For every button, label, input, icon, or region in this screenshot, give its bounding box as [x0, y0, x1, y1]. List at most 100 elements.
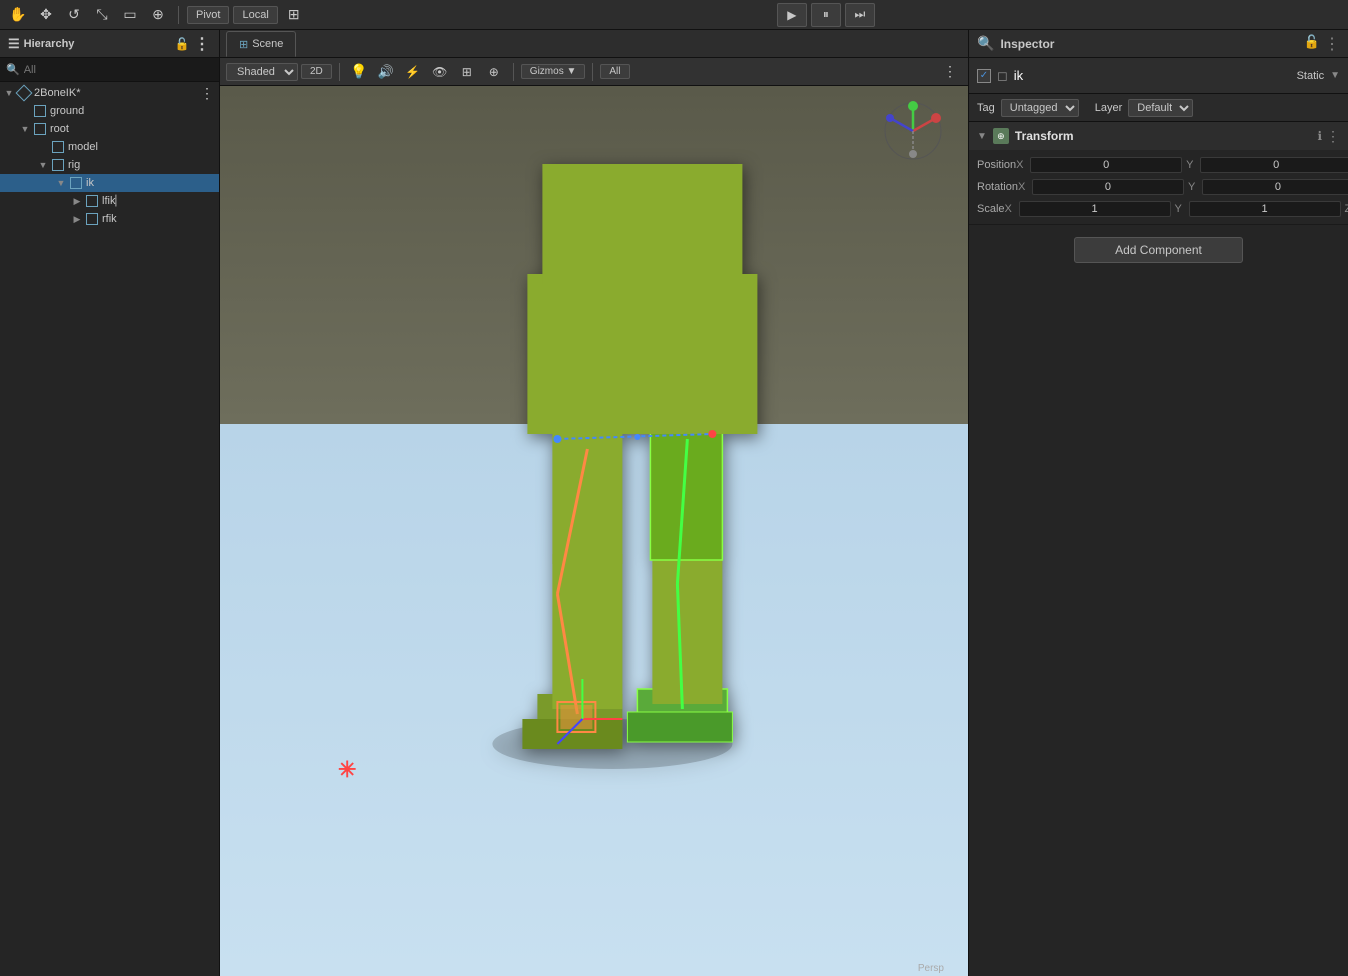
play-btn[interactable]: ▶	[777, 3, 807, 27]
hierarchy-lock-icon[interactable]: 🔓	[173, 35, 191, 53]
tree-item-2bonelk[interactable]: ▼ 2BoneIK* ⋮	[0, 84, 219, 102]
icon-lfik	[84, 193, 100, 209]
transform-header-icons: ℹ ⋮	[1317, 128, 1340, 145]
gizmo-svg	[878, 96, 948, 166]
add-component-button[interactable]: Add Component	[1074, 237, 1243, 263]
position-row: Position X Y Z	[969, 154, 1348, 176]
rect-tool-btn[interactable]: ▭	[118, 3, 142, 27]
transform-tool-btn[interactable]: ⊕	[146, 3, 170, 27]
scene-overflow-btn[interactable]: ⋮	[938, 60, 962, 84]
position-y-field: Y	[1186, 157, 1348, 173]
label-ground: ground	[50, 105, 84, 117]
transform-title: Transform	[1015, 129, 1312, 143]
fx-icon-btn[interactable]: ⚡	[401, 60, 425, 84]
sep1	[178, 6, 179, 24]
transform-overflow-icon[interactable]: ⋮	[1326, 128, 1340, 145]
layer-label: Layer	[1095, 102, 1123, 114]
sep2	[339, 63, 340, 81]
head	[542, 164, 742, 284]
position-fields: X Y Z	[1016, 157, 1348, 173]
right-lower-leg	[652, 544, 722, 704]
2d-btn[interactable]: 2D	[301, 64, 332, 79]
rotation-row: Rotation X Y Z	[969, 176, 1348, 198]
right-foot-base	[627, 712, 732, 742]
hierarchy-search-bar: 🔍	[0, 58, 219, 82]
tree-item-model[interactable]: model	[0, 138, 219, 156]
pause-btn[interactable]: ⏸	[811, 3, 841, 27]
inspector-overflow-icon[interactable]: ⋮	[1324, 34, 1340, 54]
tree-item-ground[interactable]: ground	[0, 102, 219, 120]
shading-dropdown[interactable]: Shaded	[226, 63, 298, 81]
scale-y-input[interactable]	[1189, 201, 1341, 217]
rotation-fields: X Y Z	[1018, 179, 1348, 195]
rot-y-letter: Y	[1188, 181, 1200, 193]
rotation-x-field: X	[1018, 179, 1184, 195]
light-icon-btn[interactable]: 💡	[347, 60, 371, 84]
object-enabled-checkbox[interactable]	[977, 69, 991, 83]
pivot-btn[interactable]: Pivot	[187, 6, 229, 24]
hierarchy-header-icons: 🔓 ⋮	[173, 35, 211, 53]
layer-dropdown[interactable]: Default	[1128, 99, 1193, 117]
icon-ik	[68, 175, 84, 191]
scale-x-input[interactable]	[1019, 201, 1171, 217]
icon-2bonelk	[16, 85, 32, 101]
transform-body: Position X Y Z	[969, 150, 1348, 224]
expand-icon-transform: ▼	[977, 131, 987, 142]
label-ik: ik	[86, 177, 94, 189]
all-btn[interactable]: All	[600, 64, 629, 79]
label-rig: rig	[68, 159, 80, 171]
inspector-title: Inspector	[1000, 37, 1054, 51]
hand-tool-btn[interactable]: ✋	[6, 3, 30, 27]
label-2bonelk: 2BoneIK*	[34, 87, 80, 99]
transform-info-icon[interactable]: ℹ	[1317, 129, 1322, 143]
hierarchy-overflow-icon[interactable]: ⋮	[193, 35, 211, 53]
rotation-label: Rotation	[977, 181, 1018, 193]
rotation-y-input[interactable]	[1202, 179, 1348, 195]
component-header-transform[interactable]: ▼ ⊕ Transform ℹ ⋮	[969, 122, 1348, 150]
grid-btn[interactable]: ⊞	[282, 3, 306, 27]
inspector-header: 🔍 Inspector 🔓 ⋮	[969, 30, 1348, 58]
position-y-input[interactable]	[1200, 157, 1348, 173]
small-axis-cross: ✳	[338, 759, 356, 781]
inspector-lock-icon[interactable]: 🔓	[1304, 34, 1320, 54]
left-upper-leg	[552, 419, 622, 564]
cursor-lfik: ▏	[115, 196, 123, 207]
step-btn[interactable]: ⏭	[845, 3, 875, 27]
scene-tab-bar: ⊞ Scene	[220, 30, 968, 58]
scene-gizmo[interactable]	[878, 96, 948, 166]
grid-scene-btn[interactable]: ⊞	[455, 60, 479, 84]
item-options-2bonelk[interactable]: ⋮	[199, 85, 215, 101]
position-x-input[interactable]	[1030, 157, 1182, 173]
tree-item-ik[interactable]: ▼ ik	[0, 174, 219, 192]
scene-view: ⊞ Scene Shaded 2D 💡 🔊 ⚡ 👁 ⊞ ⊕ Gizmos ▼ A…	[220, 30, 968, 976]
static-dropdown-arrow[interactable]: ▼	[1330, 70, 1340, 81]
ik-dot-center	[634, 434, 640, 440]
tree-item-root[interactable]: ▼ root	[0, 120, 219, 138]
scene-tab[interactable]: ⊞ Scene	[226, 31, 296, 57]
visibility-icon-btn[interactable]: 👁	[428, 60, 452, 84]
top-toolbar: ✋ ✥ ↺ ⤡ ▭ ⊕ Pivot Local ⊞ ▶ ⏸ ⏭	[0, 0, 1348, 30]
scale-tool-btn[interactable]: ⤡	[90, 3, 114, 27]
local-label: Local	[242, 9, 268, 21]
tree-item-lfik[interactable]: ▶ lfik ▏	[0, 192, 219, 210]
icon-ground	[32, 103, 48, 119]
scene-canvas[interactable]: ✳	[220, 86, 968, 976]
gizmos-btn[interactable]: Gizmos ▼	[521, 64, 586, 79]
local-btn[interactable]: Local	[233, 6, 277, 24]
audio-icon-btn[interactable]: 🔊	[374, 60, 398, 84]
icon-rfik	[84, 211, 100, 227]
scale-z-letter: Z	[1345, 203, 1348, 215]
hierarchy-search-input[interactable]	[24, 64, 213, 76]
tag-dropdown[interactable]: Untagged	[1001, 99, 1079, 117]
hierarchy-panel: ☰ Hierarchy 🔓 ⋮ 🔍 ▼ 2BoneIK* ⋮	[0, 30, 220, 976]
sep4	[592, 63, 593, 81]
scene-controls-bar: Shaded 2D 💡 🔊 ⚡ 👁 ⊞ ⊕ Gizmos ▼ All ⋮	[220, 58, 968, 86]
rotation-x-input[interactable]	[1032, 179, 1184, 195]
more-scene-btn[interactable]: ⊕	[482, 60, 506, 84]
hierarchy-icon: ☰	[8, 36, 20, 52]
move-tool-btn[interactable]: ✥	[34, 3, 58, 27]
tree-item-rig[interactable]: ▼ rig	[0, 156, 219, 174]
robot-3d-view	[382, 154, 842, 804]
tree-item-rfik[interactable]: ▶ rfik	[0, 210, 219, 228]
rotate-tool-btn[interactable]: ↺	[62, 3, 86, 27]
